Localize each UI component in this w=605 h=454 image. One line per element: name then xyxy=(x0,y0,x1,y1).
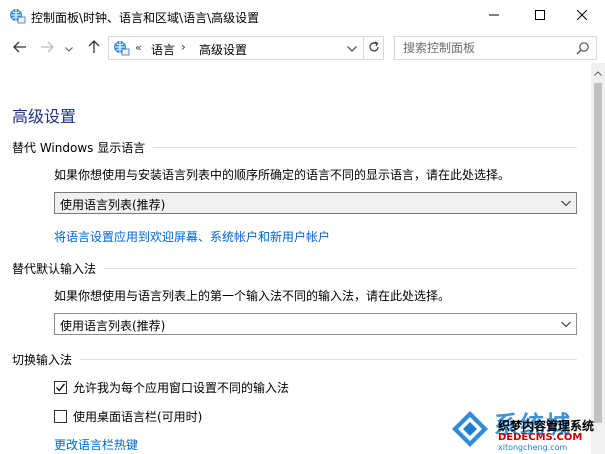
minimize-button[interactable] xyxy=(471,0,517,32)
per-app-input-method-checkbox[interactable] xyxy=(54,381,67,394)
search-input[interactable] xyxy=(403,40,563,56)
change-language-bar-hotkeys-link[interactable]: 更改语言栏热键 xyxy=(54,436,138,453)
section-switch-input-heading: 切换输入法 xyxy=(12,351,577,368)
watermark-logo-icon xyxy=(450,409,490,449)
chevron-up-icon xyxy=(594,65,602,79)
window-title: 控制面板\时钟、语言和区域\语言\高级设置 xyxy=(31,11,260,25)
desktop-language-bar-option[interactable]: 使用桌面语言栏(可用时) xyxy=(54,408,202,425)
checkbox-label: 使用桌面语言栏(可用时) xyxy=(73,410,203,424)
back-button[interactable] xyxy=(10,37,30,59)
close-icon xyxy=(576,9,588,23)
per-app-input-method-option[interactable]: 允许我为每个应用窗口设置不同的输入法 xyxy=(54,379,289,396)
forward-button[interactable] xyxy=(37,37,57,59)
control-panel-language-icon xyxy=(112,40,130,56)
arrow-right-icon xyxy=(40,41,54,56)
section-display-language-heading: 替代 Windows 显示语言 xyxy=(12,139,577,156)
scroll-up-button[interactable] xyxy=(591,63,605,80)
section-divider xyxy=(153,147,577,148)
address-bar[interactable]: « 语言 › 高级设置 xyxy=(108,36,384,60)
maximize-icon xyxy=(535,9,545,23)
recent-locations-button[interactable] xyxy=(62,37,76,59)
section-description: 如果你想使用与语言列表上的第一个输入法不同的输入法，请在此处选择。 xyxy=(54,289,451,303)
apply-language-settings-link[interactable]: 将语言设置应用到欢迎屏幕、系统帐户和新用户帐户 xyxy=(54,228,330,245)
chevron-down-icon xyxy=(65,41,73,55)
select-value: 使用语言列表(推荐) xyxy=(60,319,166,333)
section-divider xyxy=(80,359,577,360)
scroll-thumb[interactable] xyxy=(594,83,602,423)
watermark: 系统城 织梦内容管理系统 DEDECMS.COM xitongcheng.com xyxy=(450,405,605,454)
chevron-down-icon xyxy=(560,197,572,209)
page-title: 高级设置 xyxy=(12,107,77,126)
search-box xyxy=(394,36,597,60)
input-method-select[interactable]: 使用语言列表(推荐) xyxy=(54,313,577,335)
close-button[interactable] xyxy=(559,0,605,32)
arrow-left-icon xyxy=(13,41,27,56)
chevron-down-icon xyxy=(347,41,357,55)
breadcrumb-advanced-settings[interactable]: 高级设置 xyxy=(199,41,247,58)
breadcrumb-separator[interactable]: › xyxy=(181,40,186,54)
maximize-button[interactable] xyxy=(517,0,563,32)
chevron-down-icon xyxy=(560,318,572,330)
title-bar: 控制面板\时钟、语言和区域\语言\高级设置 xyxy=(0,0,605,33)
refresh-button[interactable] xyxy=(363,37,383,59)
section-heading-text: 替代默认输入法 xyxy=(12,262,97,276)
display-language-select[interactable]: 使用语言列表(推荐) xyxy=(54,192,577,214)
section-heading-text: 切换输入法 xyxy=(12,353,73,367)
vertical-scrollbar[interactable] xyxy=(591,63,605,454)
section-input-method-heading: 替代默认输入法 xyxy=(12,260,577,277)
main-content: 高级设置 替代 Windows 显示语言 如果你想使用与安装语言列表中的顺序所确… xyxy=(0,63,591,454)
control-panel-language-icon xyxy=(8,8,26,24)
section-heading-text: 替代 Windows 显示语言 xyxy=(12,141,146,155)
select-value: 使用语言列表(推荐) xyxy=(60,198,166,212)
desktop-language-bar-checkbox[interactable] xyxy=(54,410,67,423)
navigation-bar: « 语言 › 高级设置 xyxy=(0,33,605,63)
search-icon[interactable] xyxy=(576,41,590,55)
watermark-url: DEDECMS.COM xyxy=(498,432,583,443)
breadcrumb-language[interactable]: 语言 xyxy=(151,41,175,58)
section-divider xyxy=(104,268,577,269)
section-description: 如果你想使用与安装语言列表中的顺序所确定的语言不同的显示语言，请在此处选择。 xyxy=(54,168,511,182)
address-overflow-chevron[interactable]: « xyxy=(135,41,142,54)
arrow-up-icon xyxy=(88,39,100,57)
address-dropdown-button[interactable] xyxy=(343,37,361,59)
watermark-site: xitongcheng.com xyxy=(498,443,568,452)
minimize-icon xyxy=(489,9,499,23)
refresh-icon xyxy=(368,40,380,56)
checkbox-label: 允许我为每个应用窗口设置不同的输入法 xyxy=(73,381,290,395)
up-button[interactable] xyxy=(84,37,104,59)
